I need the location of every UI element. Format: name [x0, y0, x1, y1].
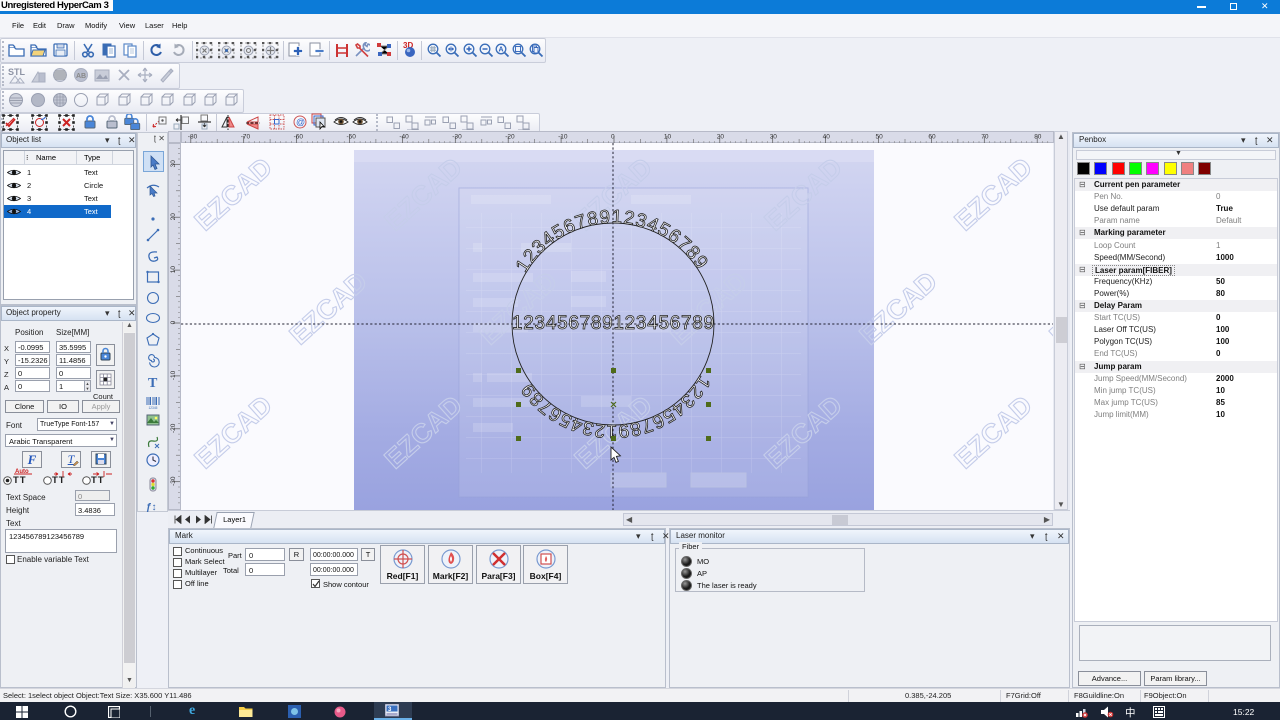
svg-text:70: 70	[981, 134, 989, 141]
svg-text:-50: -50	[347, 134, 357, 141]
svg-text:40: 40	[823, 134, 831, 141]
svg-text:-20: -20	[170, 423, 177, 433]
svg-text:-30: -30	[170, 476, 177, 486]
svg-text:30: 30	[170, 160, 177, 168]
svg-text:-80: -80	[188, 134, 198, 141]
svg-text:@: @	[296, 117, 305, 127]
svg-text:A: A	[499, 47, 504, 54]
svg-text:20: 20	[717, 134, 725, 141]
svg-text:-60: -60	[294, 134, 304, 141]
svg-text:50: 50	[876, 134, 884, 141]
svg-text:123456789123456789: 123456789123456789	[512, 313, 715, 334]
svg-text:-40: -40	[399, 134, 409, 141]
svg-text:-70: -70	[241, 134, 251, 141]
svg-text:0: 0	[611, 134, 615, 141]
svg-text:10: 10	[664, 134, 672, 141]
svg-text:10: 10	[170, 266, 177, 274]
svg-text:T: T	[148, 376, 158, 390]
svg-text:60: 60	[928, 134, 936, 141]
svg-text:80: 80	[1034, 134, 1042, 141]
svg-text:30: 30	[770, 134, 778, 141]
svg-text:-10: -10	[170, 370, 177, 380]
svg-text:ƒ↕: ƒ↕	[146, 502, 157, 513]
svg-text:-20: -20	[505, 134, 515, 141]
svg-text:STL: STL	[8, 67, 25, 77]
svg-text:20: 20	[170, 213, 177, 221]
svg-text:-10: -10	[558, 134, 568, 141]
svg-text:AB: AB	[76, 73, 86, 80]
svg-text:-30: -30	[452, 134, 462, 141]
svg-text:0: 0	[170, 320, 177, 324]
